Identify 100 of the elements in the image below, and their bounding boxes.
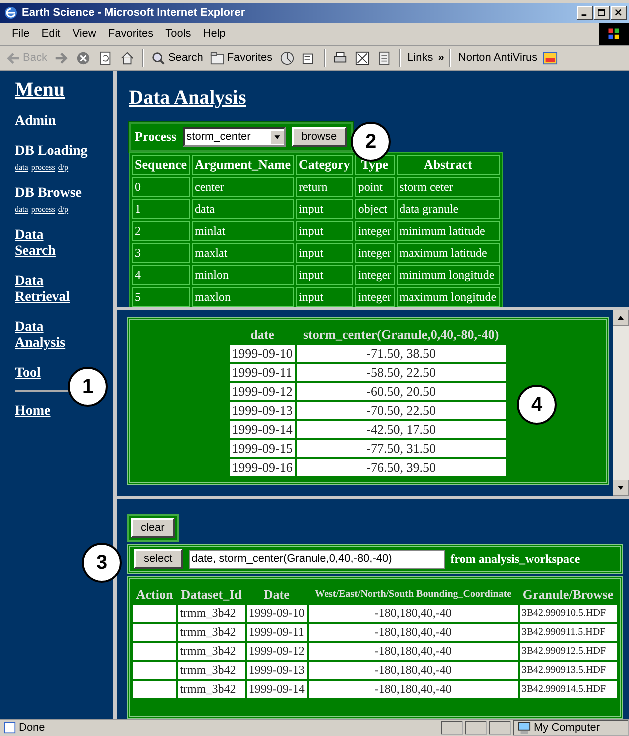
maximize-button[interactable] bbox=[594, 6, 610, 20]
menu-heading: Menu bbox=[15, 79, 65, 102]
table-cell: 1999-09-12 bbox=[246, 643, 307, 660]
minimize-button[interactable] bbox=[577, 6, 593, 20]
sidebar-link[interactable]: Tool bbox=[15, 366, 71, 382]
column-header: Action bbox=[135, 587, 174, 603]
table-cell: -60.50, 20.50 bbox=[296, 383, 506, 400]
table-cell: -58.50, 22.50 bbox=[296, 364, 506, 381]
close-button[interactable] bbox=[611, 6, 627, 20]
table-cell: 1999-09-11 bbox=[246, 624, 307, 641]
table-cell: 1999-09-15 bbox=[230, 440, 295, 457]
table-cell: 3B42.990912.5.HDF bbox=[520, 643, 617, 660]
shield-icon[interactable] bbox=[542, 50, 558, 66]
column-header: Category bbox=[296, 155, 354, 175]
search-button[interactable]: Search bbox=[149, 50, 206, 66]
clear-button[interactable]: clear bbox=[131, 518, 175, 538]
sub-link[interactable]: data bbox=[15, 163, 28, 172]
table-cell: -71.50, 38.50 bbox=[296, 345, 506, 362]
sidebar-link[interactable]: Data Analysis bbox=[15, 320, 71, 352]
menu-item[interactable]: View bbox=[66, 28, 102, 40]
scrollbar[interactable] bbox=[613, 310, 629, 496]
table-cell: 0 bbox=[132, 177, 190, 197]
sidebar-link[interactable]: Admin bbox=[15, 114, 56, 130]
table-cell bbox=[133, 643, 176, 660]
table-cell: maxlon bbox=[192, 287, 294, 307]
table-cell: data granule bbox=[396, 199, 500, 219]
column-header: Abstract bbox=[396, 155, 500, 175]
menu-item[interactable]: Tools bbox=[160, 28, 198, 40]
table-cell: return bbox=[296, 177, 354, 197]
query-source: from analysis_workspace bbox=[450, 552, 580, 566]
table-cell: minimum longitude bbox=[396, 265, 500, 285]
table-cell: 1999-09-11 bbox=[230, 364, 295, 381]
table-cell: 1999-09-13 bbox=[230, 402, 295, 419]
menu-item[interactable]: Help bbox=[197, 28, 232, 40]
process-dropdown[interactable]: storm_center bbox=[182, 127, 286, 147]
scroll-up-icon[interactable] bbox=[613, 310, 629, 326]
sub-link[interactable]: process bbox=[31, 163, 56, 172]
browse-button[interactable]: browse bbox=[292, 127, 348, 147]
menu-item[interactable]: File bbox=[6, 28, 36, 40]
menu-item[interactable]: Favorites bbox=[102, 28, 160, 40]
table-cell: input bbox=[296, 221, 354, 241]
query-field[interactable]: date, storm_center(Granule,0,40,-80,-40) bbox=[188, 550, 445, 568]
table-cell: 1999-09-14 bbox=[246, 681, 307, 698]
table-cell: input bbox=[296, 199, 354, 219]
edit-icon bbox=[354, 50, 370, 66]
table-cell: 3B42.990910.5.HDF bbox=[520, 605, 617, 622]
status-pane bbox=[489, 721, 511, 735]
table-cell: input bbox=[296, 243, 354, 263]
table-cell: 3B42.990911.5.HDF bbox=[520, 624, 617, 641]
sidebar-link[interactable]: Home bbox=[15, 404, 71, 420]
table-cell: point bbox=[355, 177, 395, 197]
table-cell: minlon bbox=[192, 265, 294, 285]
table-cell: 4 bbox=[132, 265, 190, 285]
table-cell: trmm_3b42 bbox=[178, 681, 245, 698]
stop-icon bbox=[76, 50, 92, 66]
sub-link[interactable]: process bbox=[31, 205, 56, 214]
table-cell: 1999-09-13 bbox=[246, 662, 307, 679]
window-title: Earth Science - Microsoft Internet Explorer bbox=[22, 7, 246, 19]
menu-item[interactable]: Edit bbox=[36, 28, 67, 40]
table-cell: integer bbox=[355, 243, 395, 263]
sidebar-link[interactable]: Data Search bbox=[15, 228, 71, 260]
page-heading: Data Analysis bbox=[129, 87, 246, 110]
table-cell: 3B42.990913.5.HDF bbox=[520, 662, 617, 679]
sub-link[interactable]: d/p bbox=[58, 163, 69, 172]
security-zone: My Computer bbox=[513, 720, 629, 736]
refresh-icon bbox=[98, 50, 114, 66]
column-header: Sequence bbox=[132, 155, 190, 175]
table-cell: input bbox=[296, 287, 354, 307]
table-cell: -77.50, 31.50 bbox=[296, 440, 506, 457]
sub-link[interactable]: data bbox=[15, 205, 28, 214]
favorites-button[interactable]: Favorites bbox=[208, 50, 275, 66]
chevron-button[interactable]: » bbox=[438, 52, 444, 64]
table-cell: 3B42.990914.5.HDF bbox=[520, 681, 617, 698]
scroll-down-icon[interactable] bbox=[613, 480, 629, 496]
browser-icon bbox=[4, 6, 18, 20]
table-cell: -70.50, 22.50 bbox=[296, 402, 506, 419]
sidebar-link[interactable]: DB Loading bbox=[15, 144, 88, 160]
sidebar-link[interactable]: Data Retrieval bbox=[15, 274, 71, 306]
table-cell bbox=[133, 605, 176, 622]
print-icon bbox=[332, 50, 348, 66]
table-cell: 1999-09-12 bbox=[230, 383, 295, 400]
select-button[interactable]: select bbox=[134, 549, 183, 569]
sub-link[interactable]: d/p bbox=[58, 205, 69, 214]
column-header: Granule/Browse bbox=[522, 587, 615, 603]
table-cell: -180,180,40,-40 bbox=[308, 624, 518, 641]
links-button[interactable]: Links bbox=[406, 51, 436, 65]
forward-icon bbox=[54, 50, 70, 66]
table-cell: -76.50, 39.50 bbox=[296, 459, 506, 476]
home-icon bbox=[120, 50, 136, 66]
table-cell: data bbox=[192, 199, 294, 219]
column-header: date bbox=[250, 326, 276, 343]
table-cell bbox=[133, 662, 176, 679]
column-header: West/East/North/South Bounding_Coordinate bbox=[314, 588, 513, 602]
table-cell: object bbox=[355, 199, 395, 219]
table-cell: -180,180,40,-40 bbox=[308, 605, 518, 622]
toolbar-button[interactable]: Norton AntiVirus bbox=[456, 51, 540, 65]
sidebar-link[interactable]: DB Browse bbox=[15, 186, 82, 202]
table-cell: input bbox=[296, 265, 354, 285]
table-cell bbox=[133, 624, 176, 641]
table-cell: 1999-09-10 bbox=[246, 605, 307, 622]
